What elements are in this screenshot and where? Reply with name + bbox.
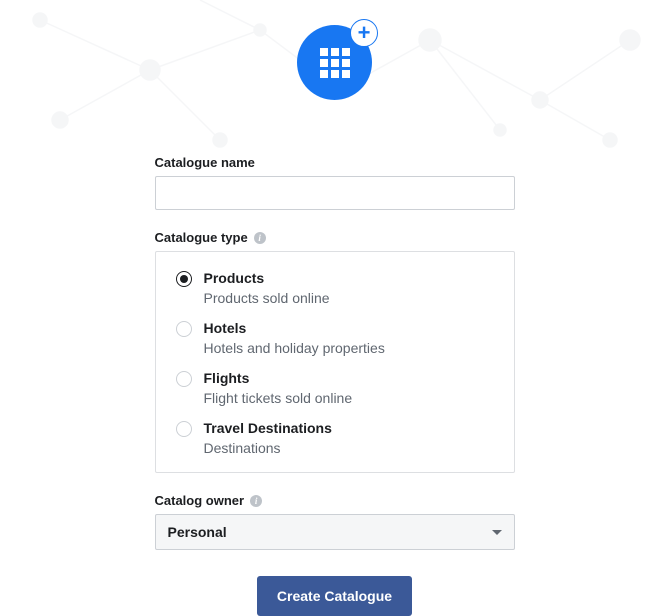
radio-circle[interactable] [176, 271, 192, 287]
radio-option-products[interactable]: Products Products sold online [176, 270, 494, 306]
catalog-owner-select[interactable]: Personal [155, 514, 515, 550]
grid-icon [318, 46, 352, 80]
radio-title: Hotels [204, 320, 385, 336]
radio-circle[interactable] [176, 421, 192, 437]
catalog-owner-label: Catalog owner i [155, 493, 515, 508]
catalogue-name-label: Catalogue name [155, 155, 515, 170]
radio-circle[interactable] [176, 371, 192, 387]
radio-option-travel-destinations[interactable]: Travel Destinations Destinations [176, 420, 494, 456]
catalogue-type-label: Catalogue type i [155, 230, 515, 245]
radio-title: Flights [204, 370, 353, 386]
plus-badge-icon: + [350, 19, 378, 47]
chevron-down-icon [492, 530, 502, 535]
catalog-circle-icon: + [297, 25, 372, 100]
radio-desc: Flight tickets sold online [204, 390, 353, 406]
header-icon: + [0, 0, 669, 100]
catalogue-name-input[interactable] [155, 176, 515, 210]
radio-circle[interactable] [176, 321, 192, 337]
catalogue-type-panel: Products Products sold online Hotels Hot… [155, 251, 515, 473]
info-icon[interactable]: i [254, 232, 266, 244]
radio-title: Products [204, 270, 330, 286]
create-catalogue-button[interactable]: Create Catalogue [257, 576, 412, 616]
radio-option-hotels[interactable]: Hotels Hotels and holiday properties [176, 320, 494, 356]
info-icon[interactable]: i [250, 495, 262, 507]
select-value: Personal [168, 524, 227, 540]
radio-desc: Destinations [204, 440, 332, 456]
radio-option-flights[interactable]: Flights Flight tickets sold online [176, 370, 494, 406]
radio-desc: Products sold online [204, 290, 330, 306]
radio-desc: Hotels and holiday properties [204, 340, 385, 356]
radio-title: Travel Destinations [204, 420, 332, 436]
